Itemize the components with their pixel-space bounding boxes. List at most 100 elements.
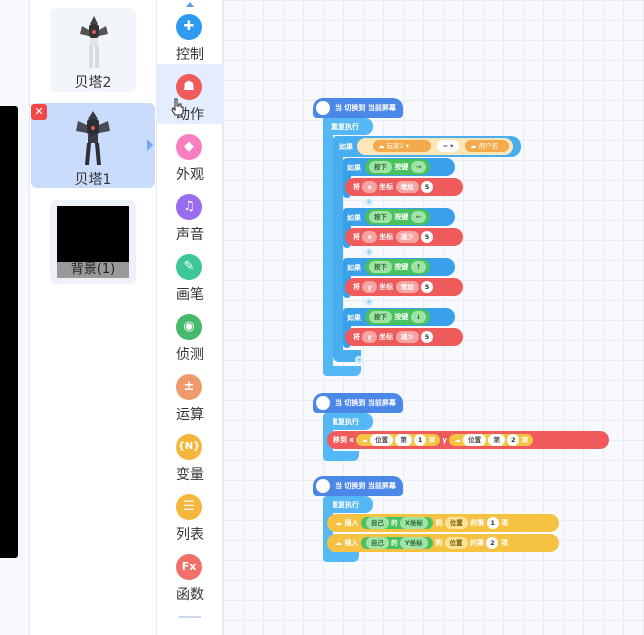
to-label: 到: [435, 519, 443, 527]
operator-dropdown[interactable]: = ▾: [437, 140, 459, 152]
add-block-icon[interactable]: +: [365, 198, 373, 206]
pen-icon: ✎: [176, 254, 202, 280]
if-block[interactable]: 如果 ☁ 玩家1 ▾ = ▾ ☁ 用户名: [333, 136, 521, 157]
hand-cursor-icon: [171, 98, 185, 116]
forever-block-footer[interactable]: [323, 451, 359, 461]
if-label: 如果: [347, 264, 361, 272]
list-icon: ☰: [176, 494, 202, 520]
category-pen[interactable]: ✎ 画笔: [157, 244, 223, 304]
add-block-icon[interactable]: +: [365, 248, 373, 256]
change-y-block[interactable]: 将 y 坐标 减少 5: [345, 328, 463, 346]
change-x-block[interactable]: 将 x 坐标 增加 5: [345, 178, 463, 196]
axis-dropdown[interactable]: x: [362, 231, 377, 243]
axis-dropdown[interactable]: y: [362, 331, 377, 343]
axis-dropdown[interactable]: x: [362, 181, 377, 193]
sprite-card-beta2[interactable]: 贝塔2: [50, 8, 136, 92]
list-dropdown[interactable]: 位置: [444, 517, 468, 529]
press-dropdown[interactable]: 按下: [369, 161, 392, 173]
forever-block-footer[interactable]: [323, 552, 359, 562]
key-dropdown[interactable]: →: [410, 161, 427, 173]
if-key-right-block[interactable]: 如果 按下 按键 →: [343, 158, 455, 176]
forever-label: 重复执行: [331, 418, 359, 426]
close-icon[interactable]: ✕: [31, 104, 47, 120]
code-workspace[interactable]: 重复执行 当 切换到 当前屏幕 如果 ☁ 玩家1 ▾ = ▾ ☁ 用户名 如果 …: [223, 0, 644, 635]
when-screen-switch-hat[interactable]: 当 切换到 当前屏幕: [313, 98, 403, 118]
if-key-left-block[interactable]: 如果 按下 按键 ←: [343, 208, 455, 226]
press-dropdown[interactable]: 按下: [369, 211, 392, 223]
ghost-icon: ☗: [176, 74, 202, 100]
username-reporter[interactable]: ☁ 用户名: [465, 140, 509, 152]
list-item-reporter[interactable]: ☁ 位置 第 1 项: [356, 434, 440, 446]
equals-condition[interactable]: ☁ 玩家1 ▾ = ▾ ☁ 用户名: [357, 138, 513, 155]
category-lists[interactable]: ☰ 列表: [157, 484, 223, 544]
category-label: 侦测: [176, 347, 204, 363]
key-pressed-condition[interactable]: 按下 按键 →: [365, 159, 431, 175]
event-icon: [316, 101, 330, 115]
insert-x-block[interactable]: ☁ 插入 自己 的 X坐标 到 位置 的第 1 项: [327, 514, 559, 532]
item-label: 项: [500, 539, 508, 547]
background-card[interactable]: 背景(1): [50, 200, 136, 284]
sprite-thumbnail: [76, 111, 110, 165]
category-functions[interactable]: Fx 函数: [157, 544, 223, 604]
list-dropdown[interactable]: 位置: [444, 537, 468, 549]
when-screen-switch-hat[interactable]: 当 切换到 当前屏幕: [313, 393, 403, 413]
category-operators[interactable]: ± 运算: [157, 364, 223, 424]
when-screen-switch-hat[interactable]: 当 切换到 当前屏幕: [313, 476, 403, 496]
sprite-card-beta1[interactable]: 贝塔1: [31, 103, 155, 188]
goto-xy-block[interactable]: 移到 x ☁ 位置 第 1 项 y ☁ 位置 第 2 项: [327, 431, 609, 449]
key-dropdown[interactable]: ↓: [410, 311, 427, 323]
if-block-frame[interactable]: [333, 136, 343, 358]
add-block-icon[interactable]: +: [355, 356, 363, 364]
value-input[interactable]: 5: [420, 181, 433, 193]
stage-preview[interactable]: [0, 106, 18, 558]
chevron-right-icon[interactable]: [147, 139, 153, 151]
forever-block-frame[interactable]: [323, 114, 333, 376]
self-property-reporter[interactable]: 自己 的 X坐标: [360, 517, 433, 529]
variable-reporter[interactable]: ☁ 玩家1 ▾: [373, 140, 431, 152]
value-input[interactable]: 5: [421, 331, 433, 343]
key-dropdown[interactable]: ←: [410, 211, 427, 223]
variable-icon: {N}: [176, 434, 202, 460]
category-looks[interactable]: ◆ 外观: [157, 124, 223, 184]
change-y-block[interactable]: 将 y 坐标 增加 5: [345, 278, 463, 296]
press-dropdown[interactable]: 按下: [369, 261, 392, 273]
value-input[interactable]: 5: [421, 281, 433, 293]
shirt-icon: ◆: [176, 134, 202, 160]
category-motion[interactable]: ☗ 动作: [157, 64, 223, 124]
category-sensing[interactable]: ◉ 侦测: [157, 304, 223, 364]
key-label: 按键: [394, 313, 409, 321]
key-pressed-condition[interactable]: 按下 按键 ←: [365, 209, 431, 225]
category-variables[interactable]: {N} 变量: [157, 424, 223, 484]
forever-block[interactable]: 重复执行: [323, 118, 373, 135]
coord-label: 坐标: [379, 183, 394, 191]
forever-block-footer[interactable]: [323, 366, 361, 376]
math-icon: ±: [176, 374, 202, 400]
self-property-reporter[interactable]: 自己 的 Y坐标: [360, 537, 433, 549]
axis-dropdown[interactable]: y: [362, 281, 377, 293]
add-block-icon[interactable]: +: [365, 298, 373, 306]
key-pressed-condition[interactable]: 按下 按键 ↓: [365, 309, 431, 325]
op-dropdown[interactable]: 增加: [395, 181, 419, 193]
if-key-down-block[interactable]: 如果 按下 按键 ↓: [343, 308, 455, 326]
set-label: 将: [353, 233, 360, 241]
insert-y-block[interactable]: ☁ 插入 自己 的 Y坐标 到 位置 的第 2 项: [327, 534, 559, 552]
press-dropdown[interactable]: 按下: [369, 311, 392, 323]
function-icon: Fx: [176, 554, 202, 580]
sprite-label: 贝塔1: [74, 172, 112, 188]
op-dropdown[interactable]: 减少: [395, 331, 419, 343]
if-key-up-block[interactable]: 如果 按下 按键 ↑: [343, 258, 455, 276]
hat-label: 当 切换到 当前屏幕: [335, 399, 396, 407]
value-input[interactable]: 5: [420, 231, 433, 243]
coord-label: 坐标: [379, 233, 394, 241]
key-pressed-condition[interactable]: 按下 按键 ↑: [365, 259, 431, 275]
list-item-reporter[interactable]: ☁ 位置 第 2 项: [449, 434, 533, 446]
key-label: 按键: [394, 213, 409, 221]
index-input[interactable]: 2: [486, 537, 499, 549]
category-control[interactable]: ✚ 控制: [157, 4, 223, 64]
key-dropdown[interactable]: ↑: [410, 261, 427, 273]
op-dropdown[interactable]: 减少: [395, 231, 419, 243]
index-input[interactable]: 1: [486, 517, 499, 529]
category-sound[interactable]: ♫ 声音: [157, 184, 223, 244]
change-x-block[interactable]: 将 x 坐标 减少 5: [345, 228, 463, 246]
op-dropdown[interactable]: 增加: [395, 281, 419, 293]
